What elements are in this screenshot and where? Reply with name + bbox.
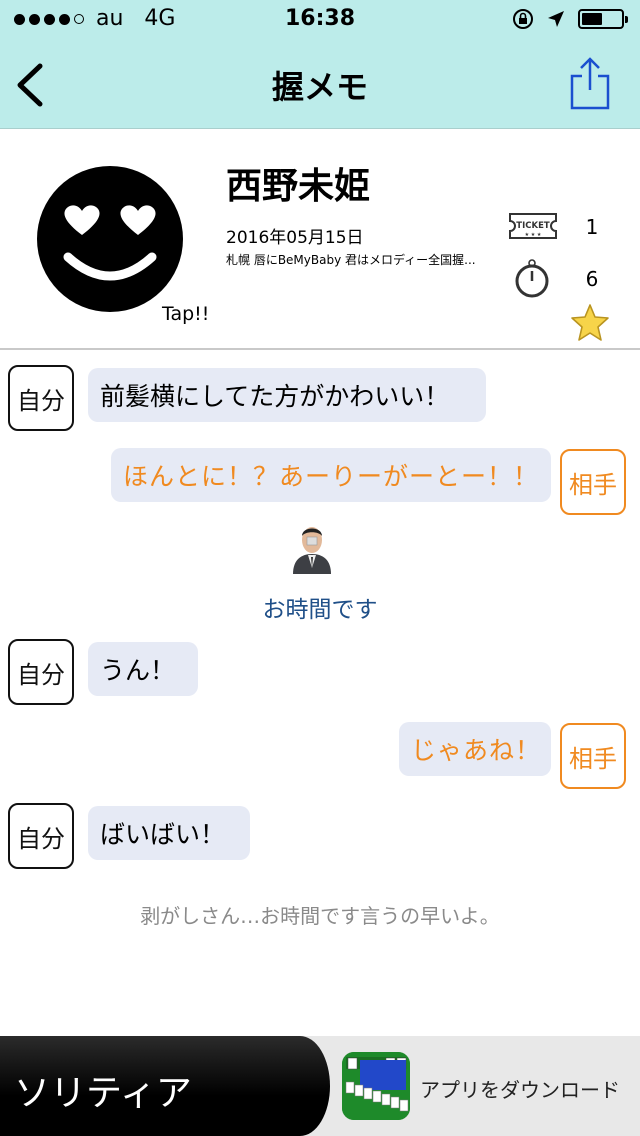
chat-bubble-self: 前髪横にしてた方がかわいい！: [88, 368, 486, 422]
status-icons: [512, 8, 628, 30]
chat-bubble-other: ほんとに！？あーりーがーとー！！: [111, 448, 551, 502]
memo-text: 剥がしさん…お時間です言うの早いよ。: [140, 904, 500, 928]
speaker-tag-other: 相手: [560, 723, 626, 789]
stopwatch-icon: [515, 259, 549, 298]
speaker-tag-other: 相手: [560, 449, 626, 515]
speaker-tag-self: 自分: [8, 803, 74, 869]
status-bar: au 4G 16:38: [0, 0, 640, 40]
solitaire-app-icon[interactable]: [342, 1052, 410, 1120]
speaker-tag-self: 自分: [8, 639, 74, 705]
chat-bubble-other: じゃあね！: [399, 722, 551, 776]
page-title: 握メモ: [271, 68, 368, 106]
ticket-count: 1: [585, 215, 599, 239]
download-app-button[interactable]: アプリをダウンロード: [420, 1074, 620, 1103]
share-icon[interactable]: [568, 56, 612, 110]
chat-bubble-self: うん！: [88, 642, 198, 696]
rotation-lock-icon: [513, 9, 533, 29]
time-count: 6: [585, 267, 599, 291]
profile-description: 札幌 唇にBeMyBaby 君はメロディー全国握...: [226, 253, 476, 267]
speaker-tag-self: 自分: [8, 365, 74, 431]
time-up-notice: お時間です: [262, 597, 378, 623]
tap-hint[interactable]: Tap!!: [162, 303, 209, 325]
ad-banner[interactable]: ソリティア アプリをダウンロード: [0, 1036, 640, 1136]
ticket-label: TICKET: [516, 221, 550, 231]
svg-text:★ ★ ★: ★ ★ ★: [525, 232, 542, 238]
ad-title: ソリティア: [14, 1073, 192, 1114]
smiley-heart-eyes-avatar-icon[interactable]: [36, 165, 184, 313]
ticket-icon: TICKET ★ ★ ★: [509, 213, 557, 239]
location-icon: [548, 11, 564, 27]
profile-name: 西野未姫: [226, 166, 371, 207]
battery-icon: [578, 9, 628, 29]
top-bar: au 4G 16:38 握メモ: [0, 0, 640, 129]
profile-card: Tap!! 西野未姫 2016年05月15日 札幌 唇にBeMyBaby 君はメ…: [0, 129, 640, 350]
profile-date: 2016年05月15日: [226, 228, 364, 248]
star-icon[interactable]: [570, 303, 610, 341]
chat-bubble-self: ばいばい！: [88, 806, 250, 860]
staff-man-icon: [293, 527, 331, 574]
